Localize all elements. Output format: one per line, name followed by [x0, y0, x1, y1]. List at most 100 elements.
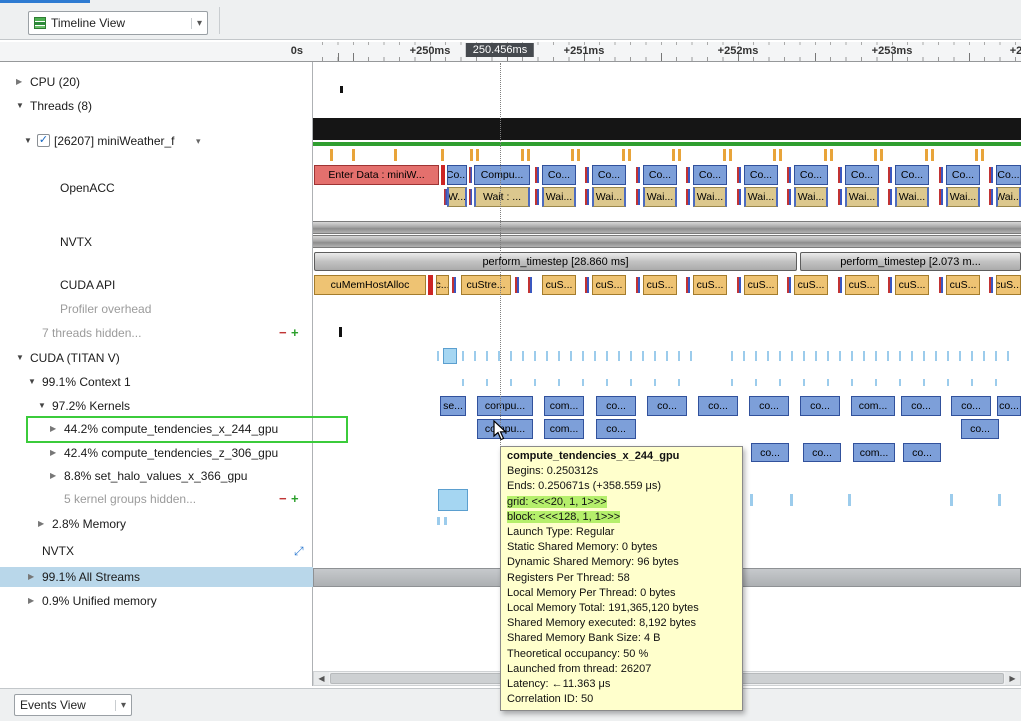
timeline-view-dropdown[interactable]: Timeline View ▾	[28, 11, 208, 35]
kernels-event[interactable]: co...	[901, 396, 941, 416]
cuda-api-event[interactable]: cuS...	[592, 275, 626, 295]
openacc-wait-event[interactable]: Wai...	[592, 187, 626, 207]
cuda-api-event[interactable]: cuS...	[693, 275, 727, 295]
tree-expand-arrow-icon[interactable]: ▶	[50, 466, 56, 486]
openacc-wait-event[interactable]: W...	[447, 187, 467, 207]
kernel-x-event[interactable]: co...	[961, 419, 999, 439]
cuda-api-event[interactable]: cuS...	[744, 275, 778, 295]
openacc-compute-event[interactable]: Co...	[447, 165, 467, 185]
cuda-api-event[interactable]: cuS...	[996, 275, 1021, 295]
kernel-z-event[interactable]: co...	[751, 443, 789, 462]
cuda-api-event[interactable]: cuS...	[542, 275, 576, 295]
kernels-event[interactable]: co...	[698, 396, 738, 416]
sidebar-item-context1[interactable]: ▼99.1% Context 1	[0, 372, 313, 392]
openacc-wait-event[interactable]: Wai...	[996, 187, 1021, 207]
openacc-compute-event[interactable]: Co...	[744, 165, 778, 185]
tree-collapse-arrow-icon[interactable]: ▼	[38, 396, 46, 416]
sidebar-item-all-streams[interactable]: ▶99.1% All Streams	[0, 567, 313, 587]
openacc-compute-event[interactable]: Co...	[895, 165, 929, 185]
kernels-event[interactable]: co...	[749, 396, 789, 416]
hide-row-button[interactable]: −	[279, 323, 287, 343]
show-row-button[interactable]: +	[291, 323, 299, 343]
openacc-compute-event[interactable]: Co...	[592, 165, 626, 185]
tree-collapse-arrow-icon[interactable]: ▼	[24, 131, 32, 151]
tree-expand-arrow-icon[interactable]: ▶	[28, 567, 34, 587]
openacc-compute-event[interactable]: Co...	[643, 165, 677, 185]
sidebar-item-unified-memory[interactable]: ▶0.9% Unified memory	[0, 591, 313, 611]
kernel-z-event[interactable]: co...	[803, 443, 841, 462]
process-checkbox[interactable]: ✓	[37, 134, 50, 147]
sidebar-item-threads[interactable]: ▼Threads (8)	[0, 96, 313, 116]
openacc-wait-event[interactable]: Wai...	[794, 187, 828, 207]
sidebar-item-kernel-x[interactable]: ▶44.2% compute_tendencies_x_244_gpu	[0, 419, 313, 439]
openacc-wait-event[interactable]: Wai...	[693, 187, 727, 207]
openacc-compute-event[interactable]: Co...	[845, 165, 879, 185]
kernels-event[interactable]: co...	[951, 396, 991, 416]
sidebar-item-kernel-groups-hidden[interactable]: 5 kernel groups hidden...−+	[0, 489, 313, 509]
cuda-api-event[interactable]: cuS...	[946, 275, 980, 295]
nvtx-ranges-event[interactable]: perform_timestep [2.073 m...	[800, 252, 1021, 271]
nvtx-ranges-event[interactable]: perform_timestep [28.860 ms]	[314, 252, 797, 271]
tree-expand-arrow-icon[interactable]: ▶	[38, 514, 44, 534]
cuda-api-event[interactable]: cuStre...	[461, 275, 511, 295]
openacc-wait-event[interactable]: Wait : ...	[474, 187, 530, 207]
sidebar-item-cuda-device[interactable]: ▼CUDA (TITAN V)	[0, 348, 313, 368]
cuda-api-event[interactable]: cuS...	[895, 275, 929, 295]
hide-row-button[interactable]: −	[279, 489, 287, 509]
sidebar-item-nvtx-cuda[interactable]: NVTX⤢	[0, 541, 313, 561]
openacc-compute-event[interactable]: Co...	[996, 165, 1021, 185]
time-cursor-badge[interactable]: 250.456ms	[466, 43, 534, 57]
openacc-wait-event[interactable]: Wai...	[946, 187, 980, 207]
process-dropdown-caret-icon[interactable]: ▾	[196, 131, 201, 151]
tree-expand-arrow-icon[interactable]: ▶	[16, 72, 22, 92]
tree-expand-arrow-icon[interactable]: ▶	[50, 443, 56, 463]
sidebar-item-kernels[interactable]: ▼97.2% Kernels	[0, 396, 313, 416]
scroll-right-button[interactable]: ▶	[1005, 672, 1020, 685]
tree-collapse-arrow-icon[interactable]: ▼	[28, 372, 36, 392]
openacc-compute-event[interactable]: Co...	[693, 165, 727, 185]
kernel-z-event[interactable]: com...	[853, 443, 895, 462]
kernel-x-event[interactable]: co...	[596, 419, 636, 439]
sidebar-item-profiler-overhead[interactable]: Profiler overhead	[0, 299, 313, 319]
openacc-wait-event[interactable]: Wai...	[845, 187, 879, 207]
kernels-event[interactable]: co...	[800, 396, 840, 416]
sidebar-item-cuda-api[interactable]: CUDA API	[0, 275, 313, 295]
openacc-compute-event[interactable]: Enter Data : miniW...	[314, 165, 439, 185]
cuda-api-event[interactable]: cuMemHostAlloc	[314, 275, 426, 295]
kernel-z-event[interactable]: co...	[903, 443, 941, 462]
kernels-event[interactable]: co...	[647, 396, 687, 416]
cuda-api-event[interactable]: c...	[436, 275, 449, 295]
sidebar-item-threads-hidden[interactable]: 7 threads hidden...−+	[0, 323, 313, 343]
scroll-left-button[interactable]: ◀	[314, 672, 329, 685]
openacc-compute-event[interactable]: Co...	[542, 165, 576, 185]
sidebar-item-openacc[interactable]: OpenACC	[0, 178, 313, 198]
kernels-event[interactable]: compu...	[477, 396, 533, 416]
sidebar-item-memory[interactable]: ▶2.8% Memory	[0, 514, 313, 534]
kernels-event[interactable]: com...	[544, 396, 584, 416]
kernels-event[interactable]: se...	[440, 396, 466, 416]
openacc-compute-event[interactable]: Co...	[794, 165, 828, 185]
sidebar-item-kernel-halo[interactable]: ▶8.8% set_halo_values_x_366_gpu	[0, 466, 313, 486]
cuda-api-event[interactable]: cuS...	[845, 275, 879, 295]
openacc-wait-event[interactable]: Wai...	[744, 187, 778, 207]
openacc-wait-event[interactable]: Wai...	[643, 187, 677, 207]
tree-expand-arrow-icon[interactable]: ▶	[50, 419, 56, 439]
kernel-x-event[interactable]: com...	[544, 419, 584, 439]
tree-expand-arrow-icon[interactable]: ▶	[28, 591, 34, 611]
expand-row-icon[interactable]: ⤢	[294, 541, 304, 561]
kernels-event[interactable]: co...	[596, 396, 636, 416]
sidebar-item-kernel-z[interactable]: ▶42.4% compute_tendencies_z_306_gpu	[0, 443, 313, 463]
sidebar-item-nvtx-thread[interactable]: NVTX	[0, 232, 313, 252]
sidebar-item-cpu[interactable]: ▶CPU (20)	[0, 72, 313, 92]
openacc-wait-event[interactable]: Wai...	[895, 187, 929, 207]
tree-collapse-arrow-icon[interactable]: ▼	[16, 348, 24, 368]
events-view-dropdown[interactable]: Events View ▾	[14, 694, 132, 716]
openacc-compute-event[interactable]: Compu...	[474, 165, 530, 185]
kernels-event[interactable]: com...	[851, 396, 895, 416]
openacc-wait-event[interactable]: Wai...	[542, 187, 576, 207]
tree-collapse-arrow-icon[interactable]: ▼	[16, 96, 24, 116]
cuda-api-event[interactable]: cuS...	[794, 275, 828, 295]
openacc-compute-event[interactable]: Co...	[946, 165, 980, 185]
cuda-api-event[interactable]: cuS...	[643, 275, 677, 295]
show-row-button[interactable]: +	[291, 489, 299, 509]
